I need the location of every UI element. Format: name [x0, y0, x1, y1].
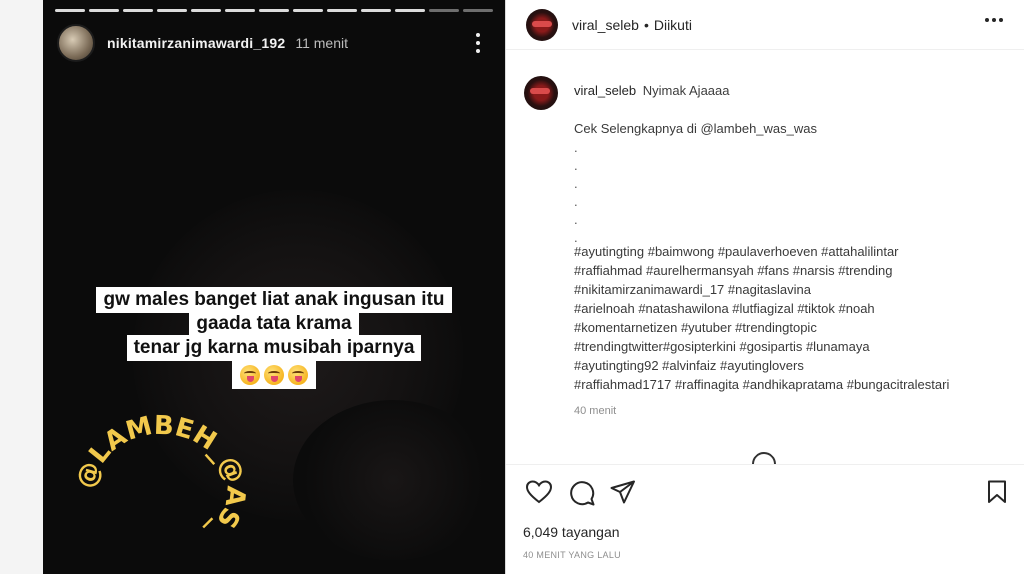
watermark-text: @LAMBEH_@AS_@AS: [71, 411, 251, 530]
story-image: nikitamirzanimawardi_192 11 menit gw mal…: [43, 0, 505, 574]
hashtag-line[interactable]: #nikitamirzanimawardi_17 #nagitaslavina: [574, 280, 1014, 299]
progress-segment: [55, 9, 85, 12]
hashtag-line[interactable]: #komentarnetizen #yutuber #trendingtopic: [574, 318, 1014, 337]
hashtag-line[interactable]: #ayutingting92 #alvinfaiz #ayutinglovers: [574, 356, 1014, 375]
hashtag-block: #ayutingting #baimwong #paulaverhoeven #…: [574, 242, 1014, 394]
comment-headline: Nyimak Ajaaaa: [642, 83, 730, 98]
caption-line: tenar jg karna musibah iparnya: [126, 335, 422, 361]
progress-segment: [225, 9, 255, 12]
post-detail-panel: viral_seleb • Diikuti viral_seleb Nyimak…: [505, 0, 1024, 574]
post-header: viral_seleb • Diikuti: [506, 0, 1024, 50]
save-bookmark-icon[interactable]: [986, 480, 1008, 504]
watermark-sticker: @LAMBEH_@AS_@AS: [71, 411, 251, 530]
action-bar: [522, 480, 1012, 506]
story-progress-bar: [55, 9, 493, 12]
caption-line: gaada tata krama: [189, 311, 359, 337]
story-avatar[interactable]: [57, 24, 95, 62]
progress-segment: [293, 9, 323, 12]
divider: [506, 464, 1024, 465]
hashtag-line[interactable]: #ayutingting #baimwong #paulaverhoeven #…: [574, 242, 1014, 261]
more-options-icon[interactable]: [985, 18, 1003, 22]
hashtag-line[interactable]: #raffiahmad1717 #raffinagita #andhikapra…: [574, 375, 1014, 394]
comment-username[interactable]: viral_seleb: [574, 83, 636, 98]
tongue-out-emoji-icon: [288, 364, 308, 385]
comment-dots: . . . . . .: [574, 140, 578, 245]
instagram-post-view: nikitamirzanimawardi_192 11 menit gw mal…: [0, 0, 1024, 574]
comment-bubble-icon[interactable]: [569, 480, 595, 506]
hashtag-line[interactable]: #raffiahmad #aurelhermansyah #fans #nars…: [574, 261, 1014, 280]
progress-segment: [429, 9, 459, 12]
tongue-out-emoji-icon: [264, 364, 284, 385]
progress-segment: [361, 9, 391, 12]
header-username[interactable]: viral_seleb: [572, 17, 639, 33]
header-separator: •: [643, 16, 649, 33]
progress-segment: [395, 9, 425, 12]
progress-segment: [191, 9, 221, 12]
like-heart-icon[interactable]: [526, 480, 552, 504]
account-avatar[interactable]: [526, 8, 558, 41]
caption-line: gw males banget liat anak ingusan itu: [96, 287, 452, 313]
comment-avatar[interactable]: [524, 76, 558, 110]
story-timestamp: 11 menit: [295, 35, 348, 51]
hashtag-line[interactable]: #trendingtwitter#gosipterkini #gosiparti…: [574, 337, 1014, 356]
comment-cta: Cek Selengkapnya di @lambeh_was_was: [574, 121, 818, 136]
post-age: 40 MENIT YANG LALU: [523, 550, 621, 560]
hashtag-line[interactable]: #arielnoah #natashawilona #lutfiagizal #…: [574, 299, 1014, 318]
story-username[interactable]: nikitamirzanimawardi_192: [107, 35, 285, 51]
progress-segment: [123, 9, 153, 12]
comment-timestamp: 40 menit: [574, 405, 617, 417]
progress-segment: [89, 9, 119, 12]
progress-segment: [259, 9, 289, 12]
share-send-icon[interactable]: [610, 480, 636, 504]
view-count[interactable]: 6,049 tayangan: [523, 524, 620, 540]
story-header: nikitamirzanimawardi_192 11 menit: [57, 24, 491, 62]
progress-segment: [327, 9, 357, 12]
progress-segment: [157, 9, 187, 12]
follow-status-button[interactable]: Diikuti: [654, 17, 692, 33]
progress-segment: [463, 9, 493, 12]
story-more-options-icon[interactable]: [471, 30, 485, 56]
